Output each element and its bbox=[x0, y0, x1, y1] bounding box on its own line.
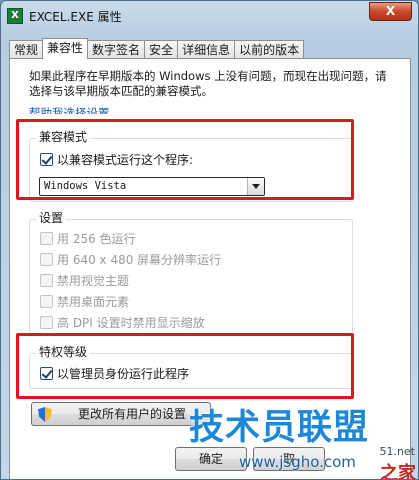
watermark-corner-text: 之家 bbox=[380, 463, 416, 480]
option-disable-desktop-composition-label: 禁用桌面元素 bbox=[57, 294, 130, 309]
settings-group: 设置 用 256 色运行 用 640 x 480 屏幕分辨率运行 禁用视觉主题 … bbox=[29, 211, 353, 334]
privilege-group: 特权等级 以管理员身份运行此程序 bbox=[29, 345, 353, 389]
change-all-users-label: 更改所有用户的设置 bbox=[77, 407, 186, 421]
option-256-colors-label: 用 256 色运行 bbox=[57, 231, 136, 246]
window-title: EXCEL.EXE 属性 bbox=[29, 10, 122, 24]
option-256-colors[interactable]: 用 256 色运行 bbox=[40, 230, 136, 246]
option-disable-visual-themes-checkbox[interactable] bbox=[40, 273, 53, 287]
chevron-down-icon[interactable] bbox=[247, 178, 264, 195]
compat-mode-label: 兼容模式 bbox=[36, 130, 91, 145]
option-640x480-checkbox[interactable] bbox=[40, 252, 53, 266]
watermark-url: www.jsgho.com bbox=[239, 453, 356, 471]
compat-mode-group: 兼容模式 以兼容模式运行这个程序: Windows Vista bbox=[29, 130, 353, 202]
tab-strip: 常规 兼容性 数字签名 安全 详细信息 以前的版本 bbox=[9, 38, 305, 59]
intro-text: 如果此程序在早期版本的 Windows 上没有问题，而现在出现问题，请选择与该早… bbox=[29, 69, 387, 98]
compat-mode-checkbox-label: 以兼容模式运行这个程序: bbox=[57, 152, 194, 167]
change-all-users-button[interactable]: 更改所有用户的设置 bbox=[31, 402, 211, 426]
option-640x480-label: 用 640 x 480 屏幕分辨率运行 bbox=[57, 252, 222, 267]
run-as-admin-checkbox[interactable] bbox=[40, 366, 53, 380]
tab-general[interactable]: 常规 bbox=[9, 40, 44, 59]
excel-icon: X bbox=[7, 8, 23, 24]
privilege-label: 特权等级 bbox=[36, 345, 91, 360]
option-disable-visual-themes-label: 禁用视觉主题 bbox=[57, 273, 130, 288]
ok-label: 确定 bbox=[198, 452, 223, 466]
settings-label: 设置 bbox=[36, 211, 67, 226]
option-disable-dpi-scaling[interactable]: 高 DPI 设置时禁用显示缩放 bbox=[40, 314, 205, 330]
ok-button[interactable]: 确定 bbox=[175, 447, 247, 471]
os-version-value: Windows Vista bbox=[44, 180, 127, 192]
compat-mode-checkbox[interactable] bbox=[40, 152, 53, 166]
uac-shield-icon bbox=[38, 407, 52, 422]
option-640x480[interactable]: 用 640 x 480 屏幕分辨率运行 bbox=[40, 251, 221, 267]
option-disable-dpi-scaling-checkbox[interactable] bbox=[40, 315, 53, 329]
tab-previous-versions[interactable]: 以前的版本 bbox=[234, 40, 305, 59]
watermark-logo: 技术员联盟 bbox=[189, 408, 370, 448]
tab-details[interactable]: 详细信息 bbox=[177, 40, 236, 59]
title-bar[interactable]: X EXCEL.EXE 属性 X bbox=[1, 1, 418, 31]
close-button[interactable]: X bbox=[369, 2, 412, 21]
option-disable-dpi-scaling-label: 高 DPI 设置时禁用显示缩放 bbox=[57, 315, 205, 330]
tab-compatibility[interactable]: 兼容性 bbox=[42, 38, 89, 59]
help-link[interactable]: 帮助我选择设置 bbox=[29, 106, 110, 114]
option-disable-desktop-composition[interactable]: 禁用桌面元素 bbox=[40, 293, 129, 309]
tab-security[interactable]: 安全 bbox=[144, 40, 179, 59]
os-version-dropdown[interactable]: Windows Vista bbox=[39, 177, 265, 196]
watermark-side-text: 51.net bbox=[379, 445, 415, 458]
option-disable-visual-themes[interactable]: 禁用视觉主题 bbox=[40, 272, 129, 288]
tab-digital-signatures[interactable]: 数字签名 bbox=[87, 40, 146, 59]
run-as-admin-row[interactable]: 以管理员身份运行此程序 bbox=[40, 365, 189, 381]
option-disable-desktop-composition-checkbox[interactable] bbox=[40, 294, 53, 308]
compat-mode-checkbox-row[interactable]: 以兼容模式运行这个程序: bbox=[40, 151, 193, 167]
run-as-admin-label: 以管理员身份运行此程序 bbox=[57, 366, 190, 381]
option-256-colors-checkbox[interactable] bbox=[40, 231, 53, 245]
properties-window: X EXCEL.EXE 属性 X 常规 兼容性 数字签名 安全 详细信息 以前的… bbox=[0, 0, 419, 480]
